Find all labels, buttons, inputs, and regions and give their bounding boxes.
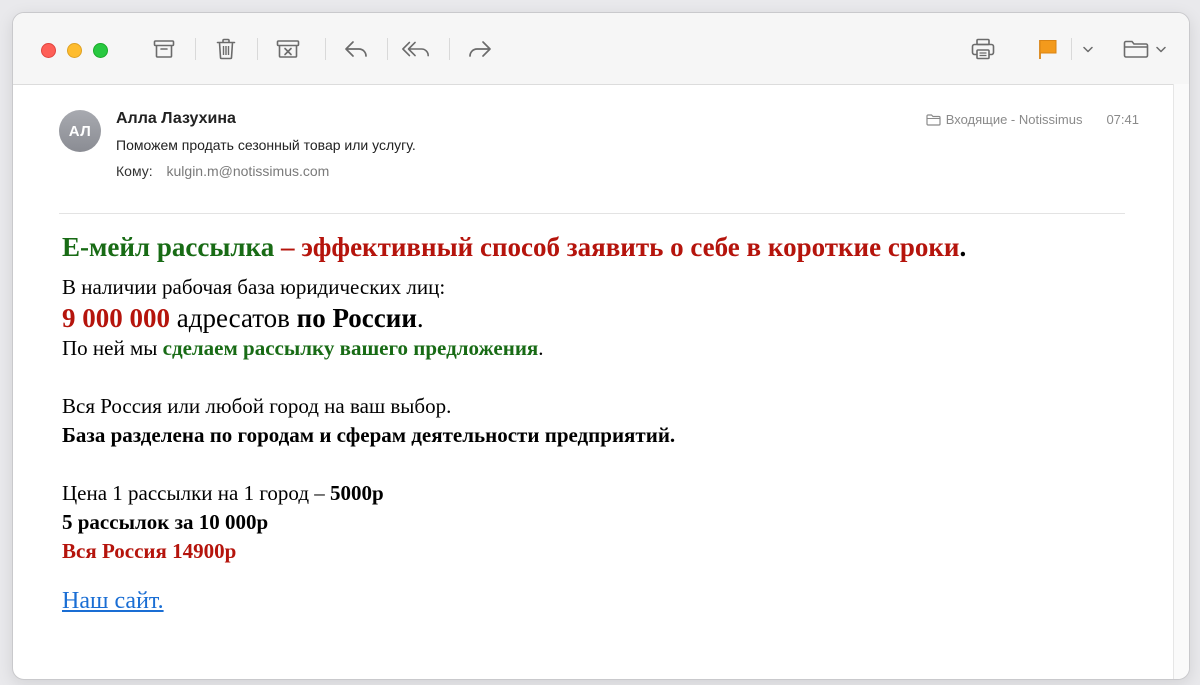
headline-green-part: Е-мейл рассылка — [62, 232, 275, 262]
avatar: АЛ — [59, 110, 101, 152]
toolbar-separator — [449, 38, 450, 60]
toolbar — [13, 13, 1189, 85]
recipient-count: 9 000 000 — [62, 303, 170, 333]
body-line-count: 9 000 000 адресатов по России. — [62, 302, 1139, 334]
mail-window: АЛ Алла Лазухина Поможем продать сезонны… — [12, 12, 1190, 680]
archive-icon — [153, 40, 175, 58]
count-region: по России — [296, 303, 417, 333]
forward-button[interactable] — [465, 35, 495, 63]
move-folder-icon — [1123, 40, 1149, 58]
move-folder-button[interactable] — [1121, 35, 1151, 63]
chevron-down-icon — [1083, 46, 1093, 52]
trash-icon — [216, 38, 236, 60]
body-headline: Е-мейл рассылка – эффективный способ зая… — [62, 227, 1139, 267]
message-header: АЛ Алла Лазухина Поможем продать сезонны… — [13, 84, 1174, 214]
count-suffix: адресатов — [170, 303, 297, 333]
mailbox-name[interactable]: Входящие - Notissimus — [946, 112, 1083, 127]
toolbar-separator — [257, 38, 258, 60]
headline-red-part: – эффективный способ заявить о себе в ко… — [274, 232, 960, 262]
junk-icon — [276, 40, 300, 58]
message-subject: Поможем продать сезонный товар или услуг… — [116, 137, 416, 153]
toolbar-separator — [195, 38, 196, 60]
message-meta: Входящие - Notissimus 07:41 — [926, 112, 1139, 127]
reply-all-button[interactable] — [401, 35, 431, 63]
to-label: Кому: — [116, 163, 153, 179]
trash-button[interactable] — [211, 35, 241, 63]
print-icon — [971, 38, 995, 60]
junk-button[interactable] — [273, 35, 303, 63]
price-line-3: Вся Россия 14900р — [62, 539, 237, 563]
flag-icon — [1039, 40, 1057, 59]
zoom-window-button[interactable] — [93, 43, 108, 58]
body-line-database: База разделена по городам и сферам деяте… — [62, 423, 676, 447]
offer-highlight: сделаем рассылку вашего предложения — [162, 336, 539, 360]
mailbox-folder-icon — [926, 113, 941, 126]
recipient-row: Кому: kulgin.m@notissimus.com — [116, 163, 329, 179]
reply-all-icon — [402, 41, 429, 57]
toolbar-separator — [387, 38, 388, 60]
flag-menu-button[interactable] — [1081, 35, 1095, 63]
body-line-region: Вся Россия или любой город на ваш выбор. — [62, 394, 452, 418]
count-end: . — [416, 303, 424, 333]
reply-icon — [345, 41, 367, 57]
website-link[interactable]: Наш сайт. — [62, 588, 164, 614]
scrollbar[interactable] — [1173, 84, 1189, 679]
toolbar-separator — [1071, 38, 1072, 60]
print-button[interactable] — [968, 35, 998, 63]
close-window-button[interactable] — [41, 43, 56, 58]
price-line-1: Цена 1 рассылки на 1 город – 5000р — [62, 479, 1139, 508]
recipient-address[interactable]: kulgin.m@notissimus.com — [167, 163, 330, 179]
headline-end: . — [959, 232, 967, 262]
header-divider — [59, 213, 1125, 214]
reply-button[interactable] — [341, 35, 371, 63]
price-1-text: Цена 1 рассылки на 1 город – — [62, 481, 331, 505]
toolbar-separator — [325, 38, 326, 60]
chevron-down-icon — [1156, 46, 1166, 52]
archive-button[interactable] — [149, 35, 179, 63]
offer-start: По ней мы — [62, 336, 163, 360]
minimize-window-button[interactable] — [67, 43, 82, 58]
message-body: Е-мейл рассылка – эффективный способ зая… — [62, 223, 1139, 618]
body-line-base: В наличии рабочая база юридических лиц: — [62, 275, 446, 299]
offer-end: . — [538, 336, 544, 360]
price-1-value: 5000р — [330, 481, 384, 505]
message-time: 07:41 — [1106, 112, 1139, 127]
flag-button[interactable] — [1033, 35, 1063, 63]
body-line-offer: По ней мы сделаем рассылку вашего предло… — [62, 334, 1139, 363]
move-folder-menu-button[interactable] — [1154, 35, 1168, 63]
avatar-initials: АЛ — [68, 122, 92, 140]
forward-icon — [469, 41, 491, 57]
sender-name[interactable]: Алла Лазухина — [116, 110, 236, 128]
price-line-2: 5 рассылок за 10 000р — [62, 510, 269, 534]
